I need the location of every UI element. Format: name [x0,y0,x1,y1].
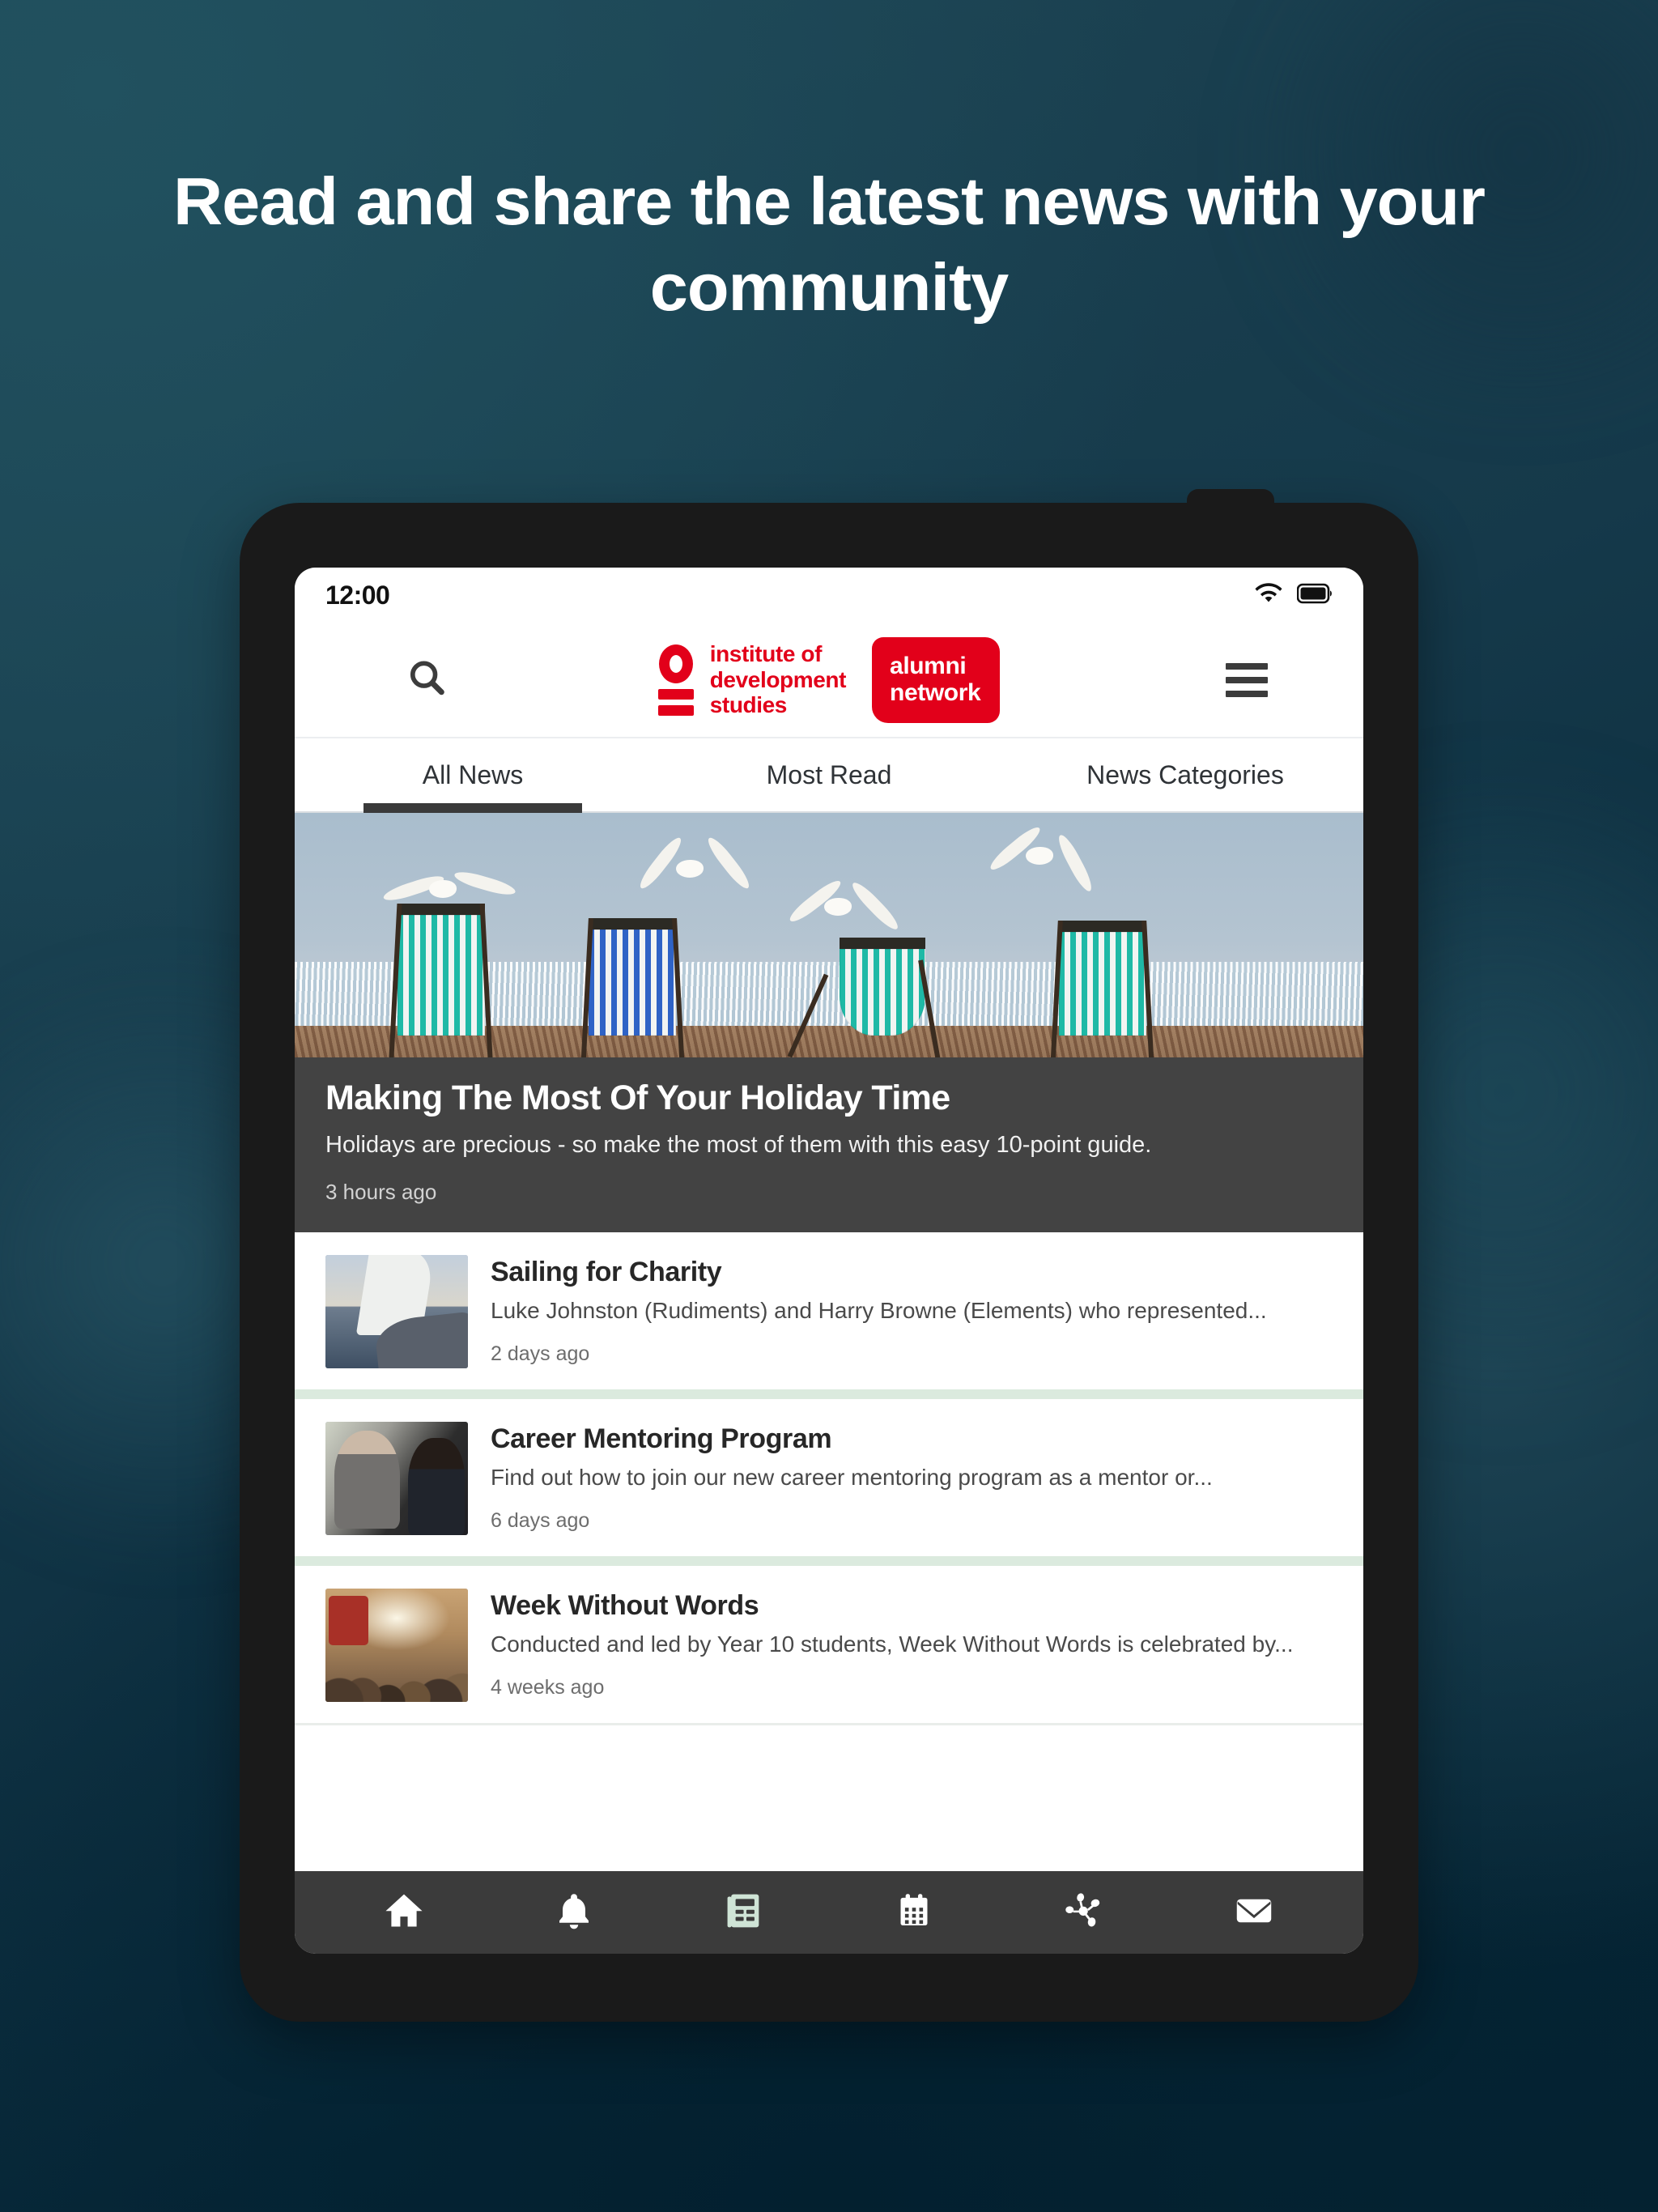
nav-calendar-button[interactable] [875,1871,953,1954]
list-divider [295,1389,1363,1400]
logo-line-3: studies [709,692,788,718]
tab-all-news[interactable]: All News [295,738,651,811]
news-item-summary: Conducted and led by Year 10 students, W… [491,1631,1294,1657]
featured-article-caption: Making The Most Of Your Holiday Time Hol… [295,1057,1363,1233]
tab-most-read[interactable]: Most Read [651,738,1007,811]
badge-line-1: alumni [890,652,967,679]
deckchair [388,903,494,1057]
device-screen: 12:00 institute of development studies a… [295,568,1363,1954]
list-divider [295,1556,1363,1567]
nav-network-button[interactable] [1045,1871,1123,1954]
deckchair-reclined [787,938,942,1057]
news-list-item[interactable]: Sailing for Charity Luke Johnston (Rudim… [295,1232,1363,1390]
news-item-timestamp: 2 days ago [491,1342,590,1365]
tab-all-news-label: All News [422,759,524,789]
news-list-item[interactable]: Career Mentoring Program Find out how to… [295,1399,1363,1557]
battery-full-icon [1296,583,1334,608]
news-item-summary: Find out how to join our new career ment… [491,1465,1213,1491]
featured-article-timestamp: 3 hours ago [325,1180,437,1205]
featured-article-card[interactable]: Making The Most Of Your Holiday Time Hol… [295,813,1363,1233]
deckchair [1050,920,1155,1057]
bell-notification-icon [555,1890,593,1936]
news-item-body: Sailing for Charity Luke Johnston (Rudim… [491,1255,1334,1365]
news-item-timestamp: 6 days ago [491,1508,590,1532]
logo-line-2: development [709,666,847,692]
news-feed-icon [724,1890,764,1936]
news-item-title: Week Without Words [491,1590,759,1622]
news-item-body: Week Without Words Conducted and led by … [491,1589,1334,1699]
tab-news-categories[interactable]: News Categories [1007,738,1363,811]
app-header: institute of development studies alumni … [295,623,1363,738]
nav-mail-button[interactable] [1215,1871,1293,1954]
promo-headline: Read and share the latest news with your… [173,164,1486,325]
ids-roundel-icon [657,644,694,716]
busy-city-street-crowd-thumbnail [325,1589,468,1703]
featured-article-summary: Holidays are precious - so make the most… [325,1132,1152,1158]
network-share-icon [1062,1890,1106,1936]
envelope-mail-icon [1233,1890,1275,1936]
news-item-summary: Luke Johnston (Rudiments) and Harry Brow… [491,1298,1267,1324]
sailboat-at-sea-thumbnail [325,1255,468,1369]
nav-notifications-button[interactable] [535,1871,613,1954]
tablet-device-frame: 12:00 institute of development studies a… [240,489,1418,2022]
calendar-icon [895,1890,933,1936]
hamburger-menu-icon[interactable] [1226,662,1268,697]
wifi-icon [1255,582,1282,608]
logo-wordmark: institute of development studies [709,641,847,718]
search-icon[interactable] [406,657,449,703]
bottom-navigation-bar [295,1871,1363,1954]
ids-alumni-network-logo: institute of development studies alumni … [657,636,1001,723]
news-item-title: Career Mentoring Program [491,1423,832,1455]
news-feed: Making The Most Of Your Holiday Time Hol… [295,813,1363,1871]
status-bar: 12:00 [295,568,1363,623]
news-list-item[interactable]: Week Without Words Conducted and led by … [295,1566,1363,1724]
logo-line-1: institute of [709,641,823,667]
badge-line-2: network [890,678,981,706]
tab-most-read-label: Most Read [766,759,892,789]
list-divider [295,1723,1363,1726]
nav-home-button[interactable] [365,1871,443,1954]
featured-article-image [295,813,1363,1057]
alumni-network-badge: alumni network [872,636,1001,723]
featured-article-title: Making The Most Of Your Holiday Time [325,1078,950,1117]
tab-news-categories-label: News Categories [1086,759,1284,789]
news-item-title: Sailing for Charity [491,1257,722,1288]
nav-news-button[interactable] [705,1871,783,1954]
deckchair [580,917,685,1057]
two-people-talking-thumbnail [325,1422,468,1536]
news-tab-bar: All News Most Read News Categories [295,738,1363,813]
camera-bump [1187,489,1274,512]
news-item-body: Career Mentoring Program Find out how to… [491,1422,1334,1532]
status-bar-time: 12:00 [325,580,390,610]
news-item-timestamp: 4 weeks ago [491,1675,605,1699]
status-bar-indicators [1255,582,1334,608]
home-icon [383,1890,425,1936]
